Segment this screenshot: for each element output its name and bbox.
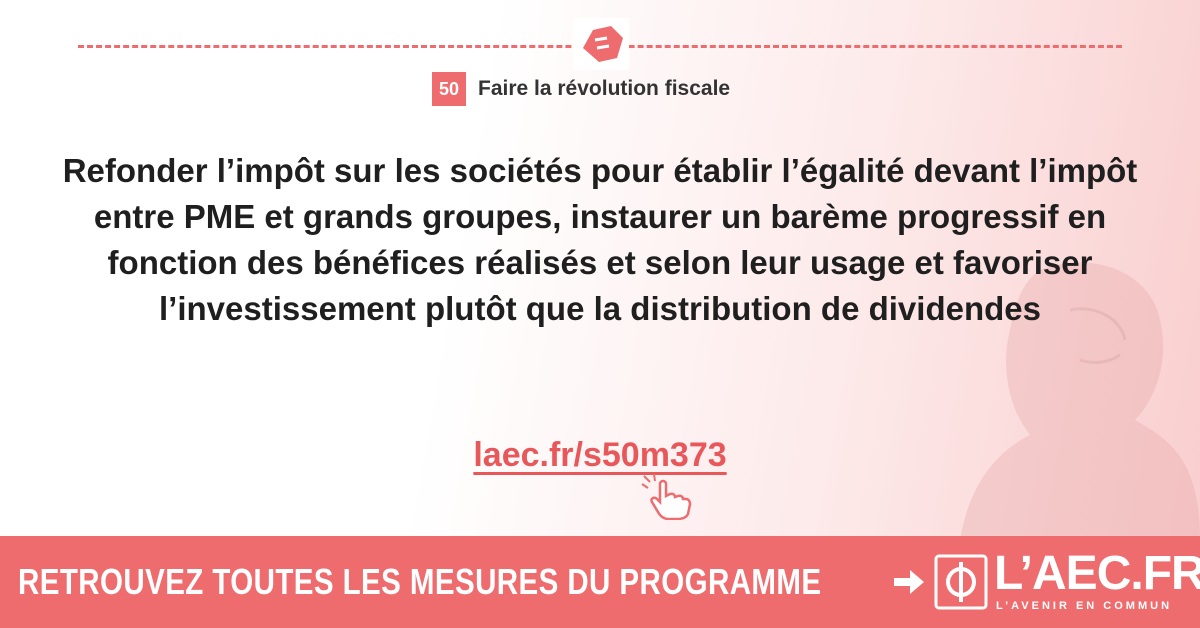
- measure-number: 50: [432, 72, 466, 106]
- measure-link[interactable]: laec.fr/s50m373: [473, 436, 726, 474]
- banner-cta-text[interactable]: RETROUVEZ TOUTES LES MESURES DU PROGRAMM…: [18, 561, 822, 603]
- logo-wordmark: L’AEC.FR: [994, 547, 1200, 600]
- bottom-banner[interactable]: RETROUVEZ TOUTES LES MESURES DU PROGRAMM…: [0, 536, 1200, 628]
- logo-tagline: L’AVENIR EN COMMUN: [996, 600, 1173, 612]
- click-hand-icon: [641, 474, 692, 520]
- handshake-icon: [573, 18, 629, 70]
- measure-category: Faire la révolution fiscale: [478, 77, 731, 100]
- measure-description: Refonder l’impôt sur les sociétés pour é…: [62, 152, 1138, 327]
- measure-link-container: laec.fr/s50m373: [0, 436, 1200, 475]
- phi-logo-icon: [934, 554, 988, 610]
- measure-tag: 50 Faire la révolution fiscale: [432, 72, 730, 106]
- arrow-right-icon: [894, 570, 924, 594]
